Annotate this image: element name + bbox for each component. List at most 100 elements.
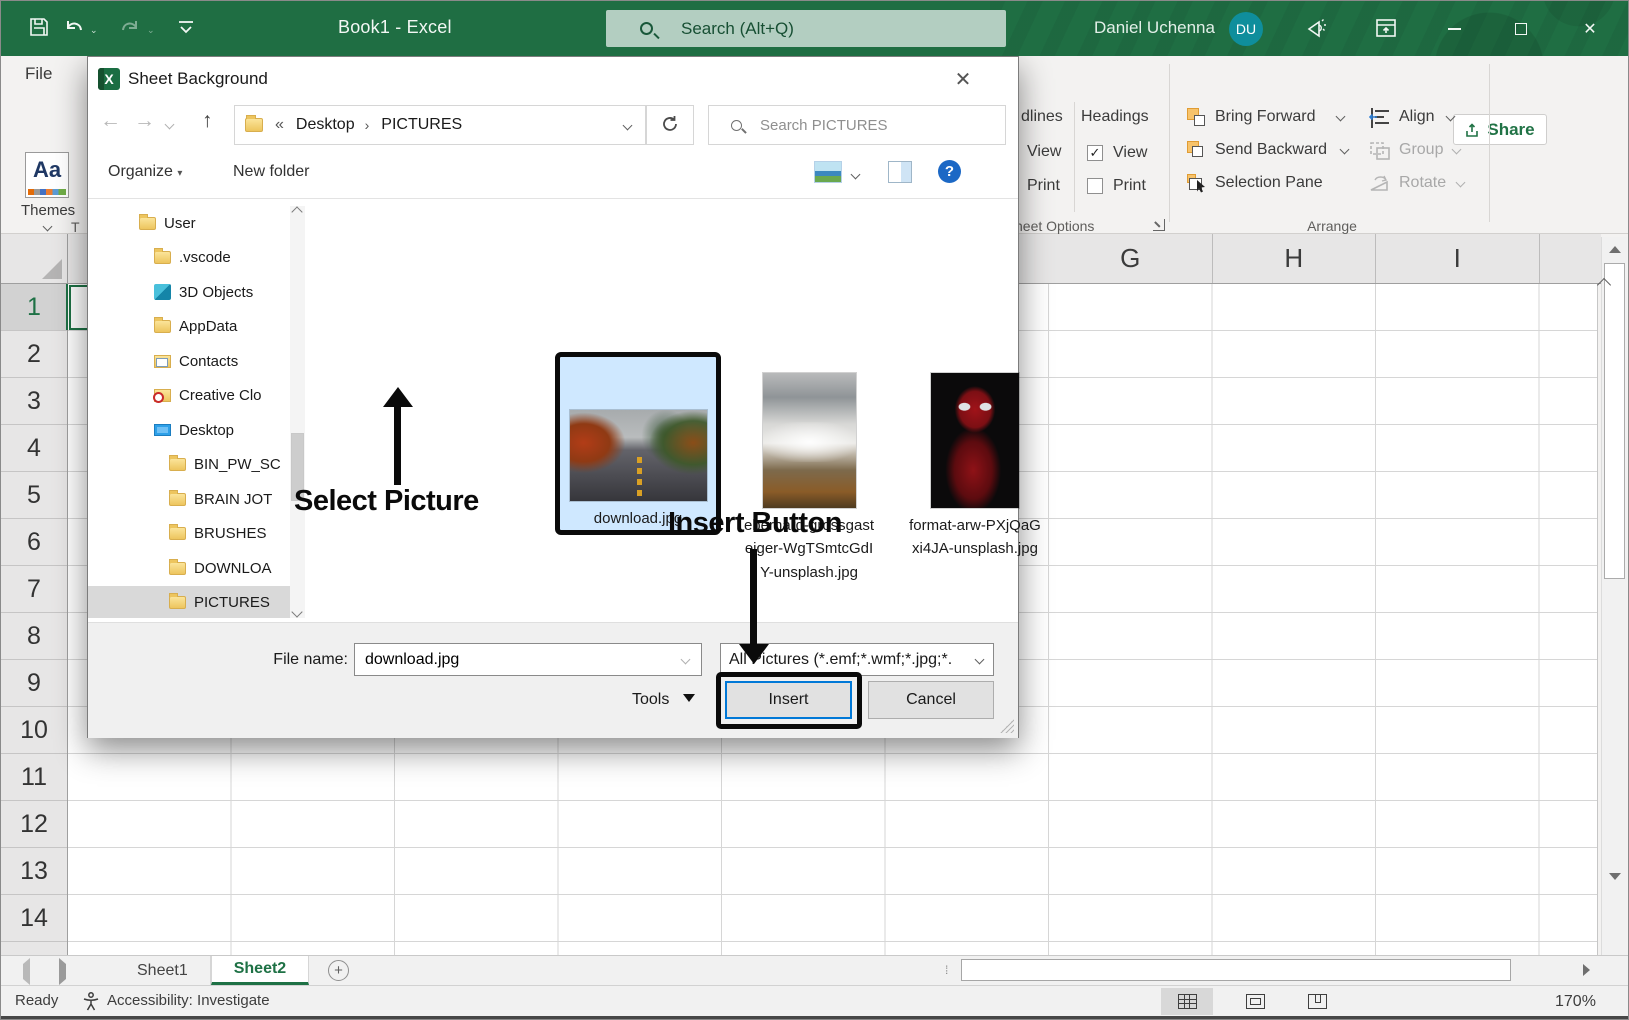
row-header-11[interactable]: 11 (1, 754, 67, 801)
headings-print-checkbox[interactable] (1087, 178, 1103, 194)
breadcrumb-prefix[interactable]: « (275, 116, 284, 134)
status-accessibility[interactable]: Accessibility: Investigate (107, 992, 270, 1009)
gridlines-print-label[interactable]: Print (1027, 177, 1060, 195)
select-all-corner[interactable] (1, 234, 68, 283)
tab-nav-left-icon[interactable] (23, 964, 30, 979)
chevron-down-icon[interactable] (681, 655, 691, 665)
row-header-7[interactable]: 7 (1, 566, 67, 613)
dialog-search[interactable] (708, 105, 1006, 145)
chevron-down-icon[interactable] (1340, 145, 1350, 155)
redo-icon[interactable] (117, 15, 143, 41)
tab-file[interactable]: File (25, 64, 52, 84)
row-header-13[interactable]: 13 (1, 848, 67, 895)
new-folder-button[interactable]: New folder (233, 163, 309, 181)
avatar[interactable]: DU (1229, 12, 1263, 46)
breadcrumb[interactable]: « Desktop › PICTURES (234, 105, 646, 145)
tab-nav-right-icon[interactable] (59, 964, 66, 979)
undo-dropdown-icon[interactable]: ⌄ (90, 25, 98, 36)
redo-dropdown-icon[interactable]: ⌄ (147, 25, 155, 36)
help-button[interactable]: ? (938, 160, 961, 183)
back-icon[interactable]: ← (100, 109, 121, 133)
breadcrumb-desktop[interactable]: Desktop (296, 116, 355, 134)
scrollbar-splitter[interactable]: ⁞ (945, 959, 953, 981)
selection-pane-button[interactable]: Selection Pane (1215, 174, 1323, 192)
chevron-down-icon[interactable] (1456, 178, 1466, 188)
row-header-9[interactable]: 9 (1, 660, 67, 707)
view-normal-button[interactable] (1161, 988, 1213, 1015)
thumbnail-view-icon[interactable] (814, 161, 842, 183)
row-header-12[interactable]: 12 (1, 801, 67, 848)
resize-grip-icon[interactable] (1000, 719, 1014, 733)
tree-item-downloa[interactable]: DOWNLOA (88, 551, 290, 586)
rotate-button[interactable]: Rotate (1399, 174, 1446, 192)
scroll-up-icon[interactable] (1602, 237, 1628, 262)
dialog-close-icon[interactable]: ✕ (948, 65, 978, 95)
accessibility-icon[interactable] (81, 991, 101, 1015)
save-icon[interactable] (27, 15, 53, 41)
row-header-8[interactable]: 8 (1, 613, 67, 660)
row-header-6[interactable]: 6 (1, 519, 67, 566)
scroll-down-icon[interactable] (291, 606, 302, 617)
file-tile-eberhard-gro[interactable]: eberhard-grossgasteiger-WgTSmtcGdIY-unsp… (742, 362, 876, 584)
gridlines-view-label[interactable]: View (1027, 143, 1061, 161)
add-sheet-button[interactable]: + (328, 960, 349, 981)
organize-menu[interactable]: Organize ▾ (108, 163, 182, 181)
view-page-break-button[interactable] (1291, 988, 1343, 1015)
chevron-down-icon[interactable] (1336, 112, 1346, 122)
customize-qat-icon[interactable] (177, 19, 203, 45)
dialog-search-input[interactable] (758, 116, 978, 135)
ribbon-display-options-icon[interactable] (1373, 15, 1399, 41)
chevron-down-icon[interactable] (1452, 145, 1462, 155)
file-name-combo[interactable] (354, 643, 702, 676)
row-header-14[interactable]: 14 (1, 895, 67, 942)
row-header-2[interactable]: 2 (1, 331, 67, 378)
row-header-5[interactable]: 5 (1, 472, 67, 519)
align-button[interactable]: Align (1399, 108, 1435, 126)
sheet-options-launcher-icon[interactable] (1153, 219, 1165, 231)
close-button[interactable]: ✕ (1567, 1, 1613, 56)
titlebar-search[interactable]: Search (Alt+Q) (606, 10, 1006, 47)
bring-forward-button[interactable]: Bring Forward (1215, 108, 1315, 126)
headings-view-label[interactable]: View (1113, 144, 1147, 162)
tree-item-3d-objects[interactable]: 3D Objects (88, 275, 290, 310)
feedback-megaphone-icon[interactable] (1304, 15, 1330, 41)
themes-button[interactable]: Aa Themes (21, 152, 73, 240)
zoom-level[interactable]: 170% (1555, 993, 1596, 1011)
view-page-layout-button[interactable] (1229, 988, 1281, 1015)
tree-item-appdata[interactable]: AppData (88, 310, 290, 345)
tab-sheet2[interactable]: Sheet2 (211, 956, 309, 985)
maximize-button[interactable] (1498, 1, 1544, 56)
tree-item-pictures[interactable]: PICTURES (88, 586, 290, 619)
tree-item-creative-clo[interactable]: Creative Clo (88, 379, 290, 414)
breadcrumb-dropdown-icon[interactable] (623, 121, 633, 131)
column-header-g[interactable]: G (1049, 234, 1213, 283)
group-button[interactable]: Group (1399, 141, 1443, 159)
nav-history-chevron-icon[interactable] (165, 120, 175, 130)
tree-item-contacts[interactable]: Contacts (88, 344, 290, 379)
vertical-scrollbar[interactable] (1601, 237, 1627, 955)
headings-view-checkbox[interactable]: ✓ (1087, 145, 1103, 161)
tab-sheet1[interactable]: Sheet1 (115, 956, 211, 985)
row-header-10[interactable]: 10 (1, 707, 67, 754)
column-header-i[interactable]: I (1376, 234, 1540, 283)
file-name-input[interactable] (363, 650, 663, 670)
tree-item-brushes[interactable]: BRUSHES (88, 517, 290, 552)
breadcrumb-pictures[interactable]: PICTURES (381, 116, 462, 134)
vertical-scroll-thumb[interactable] (1604, 263, 1625, 579)
up-icon[interactable]: ↑ (202, 109, 213, 133)
tree-item-vscode[interactable]: .vscode (88, 241, 290, 276)
forward-icon[interactable]: → (134, 109, 155, 133)
row-header-4[interactable]: 4 (1, 425, 67, 472)
view-options-chevron-icon[interactable] (851, 170, 861, 180)
minimize-button[interactable] (1431, 1, 1477, 56)
column-header-h[interactable]: H (1213, 234, 1377, 283)
horizontal-scroll-thumb[interactable] (961, 959, 1511, 981)
send-backward-button[interactable]: Send Backward (1215, 141, 1327, 159)
scroll-down-icon[interactable] (1602, 864, 1628, 889)
tree-item-user[interactable]: User (88, 206, 290, 241)
headings-print-label[interactable]: Print (1113, 177, 1146, 195)
row-header-3[interactable]: 3 (1, 378, 67, 425)
scroll-up-icon[interactable] (291, 206, 302, 217)
undo-icon[interactable] (61, 15, 87, 41)
file-tile-format-arw-p[interactable]: format-arw-PXjQaGxi4JA-unsplash.jpg (907, 362, 1043, 561)
